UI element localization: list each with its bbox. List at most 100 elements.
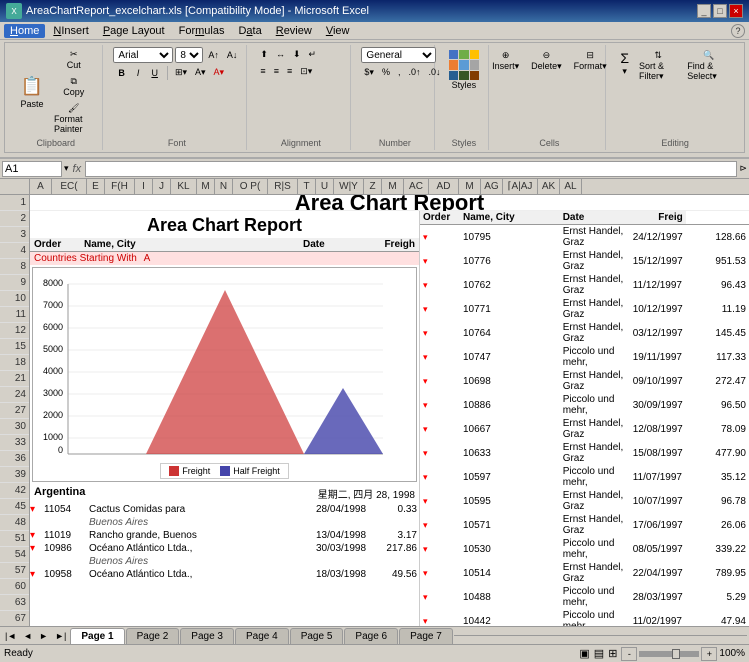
bold-button[interactable]: B xyxy=(113,66,130,80)
align-left-button[interactable]: ≡ xyxy=(257,64,268,79)
row-63: 63 xyxy=(0,595,29,611)
align-middle-button[interactable]: ↔ xyxy=(273,47,288,62)
row-36: 36 xyxy=(0,451,29,467)
sheet-tab-4[interactable]: Page 4 xyxy=(235,628,289,644)
font-family-select[interactable]: Arial xyxy=(113,47,173,63)
menu-page-layout[interactable]: Page Layout xyxy=(97,24,171,38)
merge-button[interactable]: ⊡▾ xyxy=(297,64,315,79)
currency-button[interactable]: $▾ xyxy=(361,65,377,80)
copy-button[interactable]: ⧉ Copy xyxy=(51,74,96,99)
sum-button[interactable]: Σ▾ xyxy=(616,47,633,85)
col-m3[interactable]: M xyxy=(459,179,481,194)
wrap-text-button[interactable]: ↵ xyxy=(306,47,320,62)
row-8: 8 xyxy=(0,259,29,275)
col-i[interactable]: I xyxy=(135,179,153,194)
sheet-tab-2[interactable]: Page 2 xyxy=(126,628,180,644)
align-right-button[interactable]: ≡ xyxy=(284,64,295,79)
styles-button[interactable]: Styles xyxy=(444,47,484,93)
font-size-select[interactable]: 8 xyxy=(175,47,203,63)
underline-button[interactable]: U xyxy=(146,66,163,80)
increase-font-button[interactable]: A↑ xyxy=(205,48,222,62)
view-layout-icon[interactable]: ▤ xyxy=(594,647,604,660)
formula-input[interactable] xyxy=(85,161,737,177)
help-button[interactable]: ? xyxy=(731,24,745,38)
col-m2[interactable]: M xyxy=(382,179,404,194)
sort-filter-button[interactable]: ⇅Sort & Filter▾ xyxy=(635,47,681,85)
minimize-button[interactable]: _ xyxy=(697,4,711,18)
col-ac[interactable]: AC xyxy=(404,179,429,194)
spreadsheet-body: 1 2 3 4 8 9 10 11 12 15 18 21 24 27 30 3… xyxy=(0,195,749,626)
number-format-select[interactable]: General xyxy=(361,47,436,63)
col-kl[interactable]: KL xyxy=(171,179,197,194)
align-top-button[interactable]: ⬆ xyxy=(257,47,271,62)
borders-button[interactable]: ⊞▾ xyxy=(172,65,190,80)
tab-nav-first[interactable]: |◄ xyxy=(2,630,19,642)
tab-nav-prev[interactable]: ◄ xyxy=(20,630,35,642)
view-pagebreak-icon[interactable]: ⊞ xyxy=(608,647,617,660)
col-a[interactable]: A xyxy=(30,179,52,194)
format-cells-button[interactable]: ⊟Format▾ xyxy=(569,47,612,75)
menu-formulas[interactable]: Formulas xyxy=(173,24,231,38)
col-ec[interactable]: EC( xyxy=(52,179,87,194)
col-al[interactable]: AL xyxy=(560,179,582,194)
menu-home[interactable]: Home xyxy=(4,24,45,38)
menu-view[interactable]: View xyxy=(320,24,356,38)
col-fh[interactable]: F(H xyxy=(105,179,135,194)
align-center-button[interactable]: ≡ xyxy=(271,64,282,79)
col-ad[interactable]: AD xyxy=(429,179,459,194)
col-ag[interactable]: AG xyxy=(481,179,503,194)
col-rs[interactable]: R|S xyxy=(268,179,298,194)
menu-insert[interactable]: NInsert xyxy=(47,24,94,38)
cut-button[interactable]: ✂ Cut xyxy=(51,47,96,72)
font-color-button[interactable]: A▾ xyxy=(211,65,228,80)
col-u[interactable]: U xyxy=(316,179,334,194)
col-j[interactable]: J xyxy=(153,179,171,194)
align-bottom-button[interactable]: ⬇ xyxy=(290,47,304,62)
col-ak[interactable]: AK xyxy=(538,179,560,194)
format-painter-button[interactable]: 🖌 Format Painter xyxy=(51,101,96,136)
zoom-in-button[interactable]: + xyxy=(701,647,717,661)
col-aiaj[interactable]: ⌈A|AJ xyxy=(503,179,538,194)
order-cell: 10698 xyxy=(460,369,560,393)
italic-button[interactable]: I xyxy=(132,66,145,80)
insert-cells-button[interactable]: ⊕Insert▾ xyxy=(487,47,524,75)
sheet-tab-7[interactable]: Page 7 xyxy=(399,628,453,644)
decrease-font-button[interactable]: A↓ xyxy=(224,48,241,62)
cell-reference[interactable] xyxy=(2,161,62,177)
col-t[interactable]: T xyxy=(298,179,316,194)
sheet-tab-3[interactable]: Page 3 xyxy=(180,628,234,644)
zoom-out-button[interactable]: - xyxy=(621,647,637,661)
paste-button[interactable]: 📋 Paste xyxy=(15,72,49,112)
col-op[interactable]: O P( xyxy=(233,179,268,194)
column-headers: A EC( E F(H I J KL M N O P( R|S T U W|Y … xyxy=(0,179,749,195)
sheet-tab-6[interactable]: Page 6 xyxy=(344,628,398,644)
fill-color-button[interactable]: A▾ xyxy=(192,65,209,80)
maximize-button[interactable]: □ xyxy=(713,4,727,18)
tab-nav-last[interactable]: ►| xyxy=(52,630,69,642)
menu-review[interactable]: Review xyxy=(270,24,318,38)
col-wy[interactable]: W|Y xyxy=(334,179,364,194)
comma-button[interactable]: , xyxy=(395,65,404,80)
cells-area[interactable]: Area Chart Report Area Chart Report Orde… xyxy=(30,195,749,626)
view-normal-icon[interactable]: ▣ xyxy=(579,647,589,660)
col-m[interactable]: M xyxy=(197,179,215,194)
col-e[interactable]: E xyxy=(87,179,105,194)
sheet-tab-5[interactable]: Page 5 xyxy=(290,628,344,644)
delete-cells-button[interactable]: ⊖Delete▾ xyxy=(526,47,567,75)
find-select-button[interactable]: 🔍Find & Select▾ xyxy=(683,47,734,85)
close-button[interactable]: × xyxy=(729,4,743,18)
sheet-tab-1[interactable]: Page 1 xyxy=(70,628,124,644)
col-n[interactable]: N xyxy=(215,179,233,194)
freight-cell: 11.19 xyxy=(686,297,749,321)
left-panel: Area Chart Report Order Name, City Date … xyxy=(30,211,420,626)
arrow-indicator: ▾ xyxy=(420,465,460,489)
zoom-slider[interactable] xyxy=(639,651,699,657)
dec-increase-button[interactable]: .0↑ xyxy=(405,65,423,80)
menu-data[interactable]: Data xyxy=(232,24,267,38)
col-z[interactable]: Z xyxy=(364,179,382,194)
percent-button[interactable]: % xyxy=(379,65,393,80)
tab-nav-next[interactable]: ► xyxy=(36,630,51,642)
freight-3: 217.86 xyxy=(379,542,419,555)
country-header-row: Argentina 星期二, 四月 28, 1998 xyxy=(30,484,419,503)
left-th-freight: Freigh xyxy=(369,238,419,252)
